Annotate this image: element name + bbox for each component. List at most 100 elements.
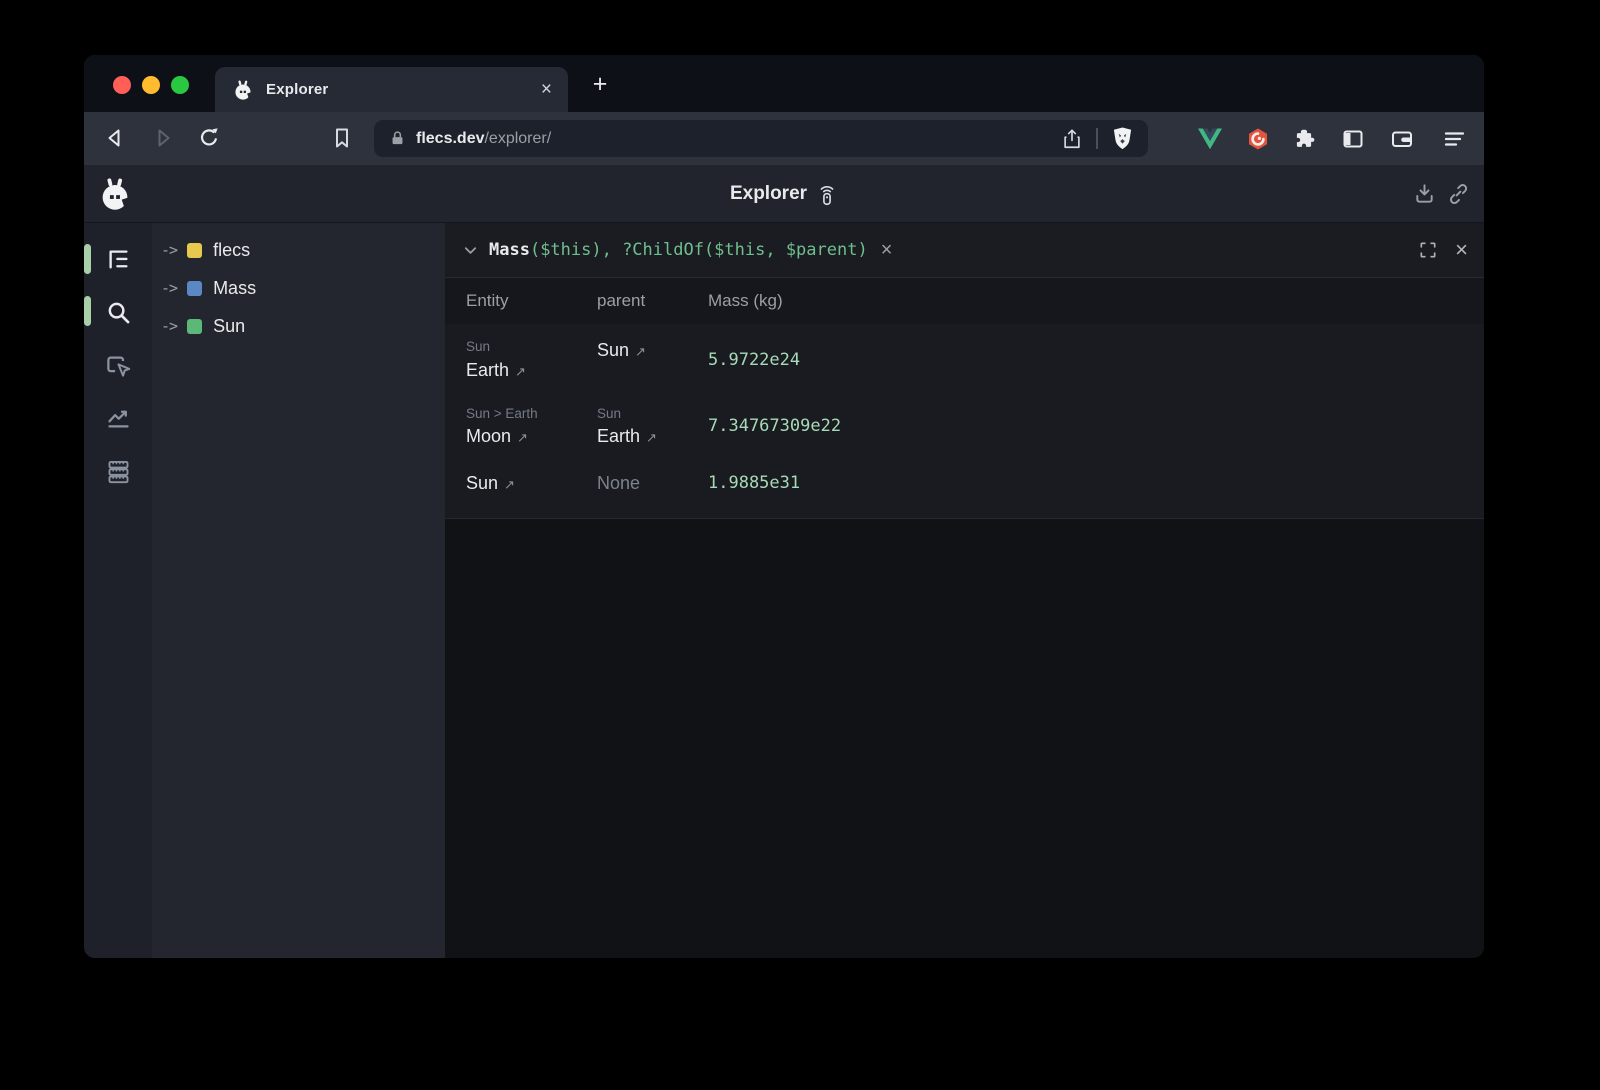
parent-cell: Sun Earth↗ (597, 404, 708, 450)
entity-cell: Sun > Earth Moon↗ (466, 404, 597, 450)
parent-none: None (597, 470, 708, 496)
entity-link[interactable]: Moon↗ (466, 423, 597, 449)
app-title: Explorer (730, 183, 807, 205)
entity-tree-panel: -> flecs -> Mass -> Sun (152, 223, 445, 958)
app-header-actions (1413, 182, 1470, 205)
url-bar[interactable]: flecs.dev/explorer/ (374, 120, 1148, 157)
main-area: -> flecs -> Mass -> Sun (84, 223, 1484, 958)
tree-item-sun[interactable]: -> Sun (152, 307, 445, 345)
link-icon[interactable] (1447, 182, 1470, 205)
tree-item-label[interactable]: Mass (213, 278, 256, 299)
query-panel-close-icon[interactable]: × (1455, 239, 1468, 261)
window-controls (113, 76, 189, 94)
inspector-icon[interactable] (105, 352, 132, 379)
tree-item-label[interactable]: Sun (213, 316, 245, 337)
url-path: /explorer/ (484, 130, 551, 148)
brave-shield-icon[interactable] (1111, 126, 1134, 151)
browser-window: Explorer × + (84, 55, 1484, 958)
lock-icon (389, 130, 406, 147)
external-link-icon: ↗ (504, 477, 515, 492)
entity-cell: Sun↗ (466, 470, 597, 496)
browser-menu-icon[interactable] (1442, 127, 1466, 151)
entity-color-square (187, 243, 202, 258)
external-link-icon: ↗ (646, 430, 657, 445)
bookmark-icon[interactable] (330, 126, 354, 150)
urlbar-divider (1096, 128, 1098, 149)
extensions-puzzle-icon[interactable] (1293, 127, 1317, 151)
parent-link[interactable]: Earth↗ (597, 423, 708, 449)
download-icon[interactable] (1413, 182, 1436, 205)
tree-item-flecs[interactable]: -> flecs (152, 231, 445, 269)
entity-path: Sun (466, 337, 597, 357)
query-expression[interactable]: Mass($this), ?ChildOf($this, $parent) (489, 240, 868, 260)
reload-icon[interactable] (197, 126, 221, 150)
url-domain: flecs.dev (416, 130, 484, 148)
parent-cell: None (597, 470, 708, 496)
stats-chart-icon[interactable] (105, 405, 132, 432)
new-tab-button[interactable]: + (587, 72, 613, 98)
expand-arrow-icon[interactable]: -> (161, 317, 177, 335)
entity-color-square (187, 281, 202, 296)
tree-view-icon[interactable] (105, 246, 132, 273)
tree-item-label[interactable]: flecs (213, 240, 250, 261)
query-panel-active-indicator (84, 296, 91, 326)
tree-panel-active-indicator (84, 244, 91, 274)
parent-path: Sun (597, 404, 708, 424)
wallet-icon[interactable] (1390, 127, 1414, 151)
tab-title: Explorer (266, 81, 328, 98)
hexagon-extension-icon[interactable] (1246, 127, 1270, 151)
entity-path: Sun > Earth (466, 404, 597, 424)
expand-arrow-icon[interactable]: -> (161, 279, 177, 297)
tab-close-icon[interactable]: × (541, 80, 552, 99)
external-link-icon: ↗ (635, 344, 646, 359)
query-panel: Mass($this), ?ChildOf($this, $parent) × … (445, 223, 1484, 958)
entity-link[interactable]: Sun↗ (466, 470, 597, 496)
results-empty-area (445, 519, 1484, 958)
table-row: Sun > Earth Moon↗ Sun Earth↗ 7.34767309e… (466, 404, 1484, 450)
memory-rows-icon[interactable] (105, 458, 132, 485)
tree-item-mass[interactable]: -> Mass (152, 269, 445, 307)
minimize-window-button[interactable] (142, 76, 160, 94)
browser-tab[interactable]: Explorer × (215, 67, 568, 112)
table-row: Sun Earth↗ Sun↗ 5.9722e24 (466, 337, 1484, 383)
app-header: Explorer (84, 165, 1484, 223)
browser-toolbar: flecs.dev/explorer/ (84, 112, 1484, 165)
column-header-entity: Entity (466, 291, 597, 311)
flecs-favicon (232, 79, 254, 101)
chevron-down-icon[interactable] (461, 241, 480, 260)
external-link-icon: ↗ (515, 364, 526, 379)
tab-strip: Explorer × + (84, 55, 1484, 112)
query-terms: ($this), ?ChildOf($this, $parent) (530, 240, 868, 260)
column-header-parent: parent (597, 291, 708, 311)
entity-link[interactable]: Earth↗ (466, 357, 597, 383)
vue-devtools-icon[interactable] (1198, 127, 1222, 151)
search-query-icon[interactable] (105, 299, 132, 326)
table-row: Sun↗ None 1.9885e31 (466, 470, 1484, 496)
column-header-mass: Mass (kg) (708, 291, 1484, 311)
mass-value: 5.9722e24 (708, 350, 1484, 370)
results-table-header: Entity parent Mass (kg) (445, 278, 1484, 324)
query-header: Mass($this), ?ChildOf($this, $parent) × … (445, 223, 1484, 278)
parent-cell: Sun↗ (597, 337, 708, 383)
forward-icon[interactable] (151, 126, 175, 150)
screenshot-stage: Explorer × + (0, 0, 1600, 1090)
app-title-group: Explorer (84, 165, 1484, 223)
results-table-body: Sun Earth↗ Sun↗ 5.9722e24 Sun > Earth Mo… (445, 324, 1484, 519)
mass-value: 1.9885e31 (708, 473, 1484, 493)
panel-rail (84, 223, 152, 958)
remote-connection-icon[interactable] (816, 183, 838, 207)
expand-arrow-icon[interactable]: -> (161, 241, 177, 259)
query-clear-icon[interactable]: × (881, 240, 893, 260)
mass-value: 7.34767309e22 (708, 416, 1484, 436)
close-window-button[interactable] (113, 76, 131, 94)
query-keyword: Mass (489, 240, 530, 260)
sidebar-toggle-icon[interactable] (1341, 127, 1365, 151)
fullscreen-icon[interactable] (1418, 240, 1438, 260)
back-icon[interactable] (103, 126, 127, 150)
zoom-window-button[interactable] (171, 76, 189, 94)
external-link-icon: ↗ (517, 430, 528, 445)
entity-color-square (187, 319, 202, 334)
parent-link[interactable]: Sun↗ (597, 337, 708, 363)
entity-cell: Sun Earth↗ (466, 337, 597, 383)
share-icon[interactable] (1061, 128, 1083, 150)
